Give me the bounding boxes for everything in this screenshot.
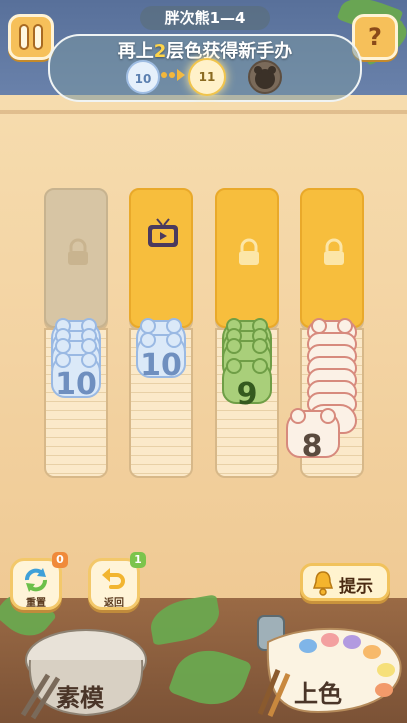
column-cap	[44, 188, 108, 328]
stack-count: 9	[236, 377, 258, 412]
level-title: 胖次熊1—4	[140, 6, 270, 30]
sketch-label: 素模	[56, 684, 104, 712]
lock-icon	[324, 238, 344, 265]
video-ad-icon[interactable]	[145, 216, 181, 252]
stack-count: 8	[301, 429, 323, 464]
arrow-right-icon	[161, 69, 185, 81]
undo-count-badge: 1	[130, 552, 146, 568]
goal-prefix: 再上	[117, 41, 154, 62]
progress-token-next: 11	[188, 58, 226, 96]
reset-count-badge: 0	[52, 552, 68, 568]
pause-icon	[19, 24, 43, 50]
paint-label: 上色	[294, 680, 342, 708]
column-cap	[215, 188, 279, 328]
undo-icon	[102, 568, 125, 589]
column-cap	[129, 188, 193, 328]
goal-number: 2	[153, 41, 167, 62]
refresh-icon	[25, 568, 47, 592]
sketch-mode-button[interactable]: 素模	[18, 620, 148, 720]
stack-count: 10	[55, 367, 97, 402]
stack-count: 10	[140, 348, 182, 383]
column-cap	[300, 188, 364, 328]
pause-button[interactable]	[8, 14, 54, 60]
question-icon: ?	[368, 23, 382, 51]
goal-suffix: 层色获得新手办	[166, 41, 293, 62]
progress-token-reward	[248, 60, 282, 94]
reset-label: 重置	[26, 598, 46, 609]
bear-silhouette-icon	[254, 66, 276, 89]
shelf-divider	[0, 110, 407, 114]
lock-icon	[239, 238, 259, 265]
hint-button[interactable]: 提示	[300, 563, 390, 601]
progress-token-current: 10	[126, 60, 160, 94]
hint-label: 提示	[339, 577, 373, 597]
undo-label: 返回	[104, 598, 124, 609]
bell-icon	[312, 571, 334, 596]
paint-mode-button[interactable]: 上色	[248, 612, 403, 720]
lock-icon	[68, 238, 88, 265]
